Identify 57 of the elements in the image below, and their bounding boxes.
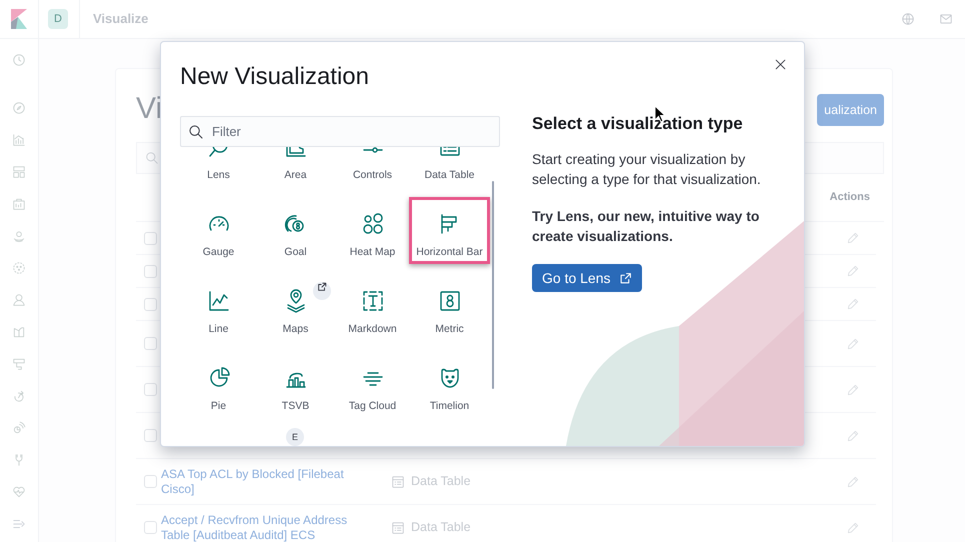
column-header: Actions (830, 190, 870, 206)
collapse-menu-icon[interactable] (12, 517, 26, 531)
number-frame-icon (438, 289, 462, 313)
row-checkbox[interactable] (144, 429, 157, 442)
pencil-icon[interactable] (846, 520, 860, 534)
table-icon (391, 474, 405, 488)
text-frame-icon (360, 289, 384, 313)
pencil-icon[interactable] (846, 264, 860, 278)
row-checkbox[interactable] (144, 475, 157, 488)
panel-heading: Select a visualization type (532, 114, 744, 134)
lens-promo-text: Try Lens, our new, intuitive way to create visualizations. (532, 207, 760, 246)
row-checkbox[interactable] (144, 264, 157, 278)
search-icon (145, 151, 159, 165)
beta-badge: E (286, 428, 304, 446)
line-chart-icon (206, 289, 230, 313)
search-icon (188, 124, 204, 140)
visualization-type-card[interactable]: Horizontal Bar (409, 197, 490, 264)
row-checkbox[interactable] (144, 298, 157, 310)
row-checkbox[interactable] (144, 232, 157, 244)
pencil-icon[interactable] (846, 382, 860, 396)
visualization-type: Data Table (411, 473, 471, 490)
panel-description: Start creating your visualization by selecting a type for that visualization. (532, 150, 762, 190)
dotted-circle-icon[interactable] (12, 261, 26, 275)
bubbles-icon (360, 212, 384, 236)
row-checkbox[interactable] (144, 383, 157, 396)
pencil-icon[interactable] (846, 474, 860, 488)
visualization-type-card[interactable]: E (255, 428, 336, 446)
clock-icon[interactable] (12, 53, 26, 67)
table-icon (391, 520, 405, 534)
dashboard-icon[interactable] (12, 165, 26, 179)
pencil-icon[interactable] (846, 336, 860, 350)
page-title: Vi (136, 91, 162, 127)
close-icon (774, 58, 787, 71)
pencil-icon[interactable] (846, 231, 860, 245)
row-checkbox[interactable] (144, 521, 157, 534)
heart-pulse-icon[interactable] (12, 485, 26, 499)
compass-icon[interactable] (12, 101, 26, 115)
row-checkbox[interactable] (144, 337, 157, 350)
external-link-glyph-icon (317, 282, 327, 292)
pencil-icon[interactable] (846, 428, 860, 442)
external-link-icon (618, 272, 632, 285)
logo-icon[interactable] (11, 9, 27, 29)
mail-icon[interactable] (939, 12, 953, 26)
modal-title: New Visualization (180, 62, 370, 92)
visualization-type: Data Table (411, 519, 471, 536)
globe-icon[interactable] (901, 12, 915, 26)
breadcrumb: Visualize (79, 0, 148, 38)
loop-arrow-icon[interactable] (12, 389, 26, 403)
scrollbar[interactable] (492, 181, 494, 389)
signal-icon[interactable] (12, 421, 26, 435)
briefcase-icon[interactable] (12, 197, 26, 211)
filter-field[interactable]: Filter (180, 116, 500, 147)
stack-icon[interactable] (12, 357, 26, 371)
user-icon[interactable] (12, 293, 26, 307)
chart-icon[interactable] (12, 133, 26, 147)
go-to-lens-button[interactable]: Go to Lens (532, 264, 642, 292)
pencil-icon[interactable] (846, 297, 860, 311)
